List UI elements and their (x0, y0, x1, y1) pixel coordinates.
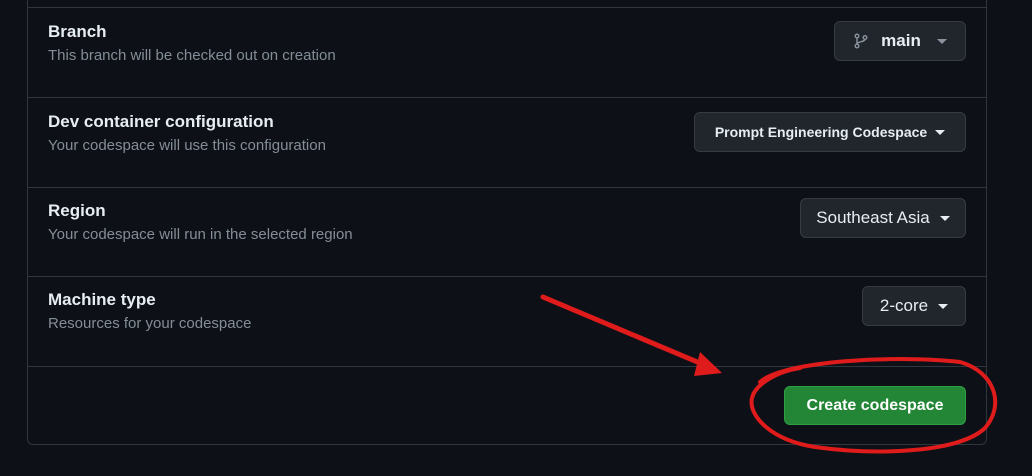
chevron-down-icon (936, 38, 947, 44)
branch-row: Branch This branch will be checked out o… (28, 7, 986, 97)
dev-container-select-value: Prompt Engineering Codespace (714, 124, 928, 140)
dev-container-description: Your codespace will use this configurati… (48, 137, 326, 154)
dev-container-title: Dev container configuration (48, 112, 274, 131)
branch-select-value: main (881, 31, 921, 50)
branch-select-button[interactable]: main (834, 21, 966, 61)
create-codespace-button[interactable]: Create codespace (784, 386, 966, 425)
machine-type-select-value: 2-core (879, 296, 929, 315)
machine-type-select-button[interactable]: 2-core (862, 286, 966, 326)
machine-type-title: Machine type (48, 290, 156, 309)
region-description: Your codespace will run in the selected … (48, 226, 353, 243)
codespace-settings-panel: Branch This branch will be checked out o… (27, 0, 987, 445)
chevron-down-icon (935, 129, 946, 135)
dev-container-select-button[interactable]: Prompt Engineering Codespace (694, 112, 966, 152)
region-title: Region (48, 201, 106, 220)
machine-type-row: Machine type Resources for your codespac… (28, 276, 986, 366)
region-row: Region Your codespace will run in the se… (28, 187, 986, 276)
branch-description: This branch will be checked out on creat… (48, 47, 336, 64)
footer-divider (28, 366, 986, 367)
branch-title: Branch (48, 22, 107, 41)
git-branch-icon (853, 33, 869, 49)
region-select-button[interactable]: Southeast Asia (800, 198, 966, 238)
region-select-value: Southeast Asia (816, 208, 930, 227)
machine-type-description: Resources for your codespace (48, 315, 252, 332)
chevron-down-icon (938, 303, 949, 309)
chevron-down-icon (939, 215, 950, 221)
dev-container-row: Dev container configuration Your codespa… (28, 97, 986, 187)
codespace-create-page: Branch This branch will be checked out o… (0, 0, 1032, 476)
